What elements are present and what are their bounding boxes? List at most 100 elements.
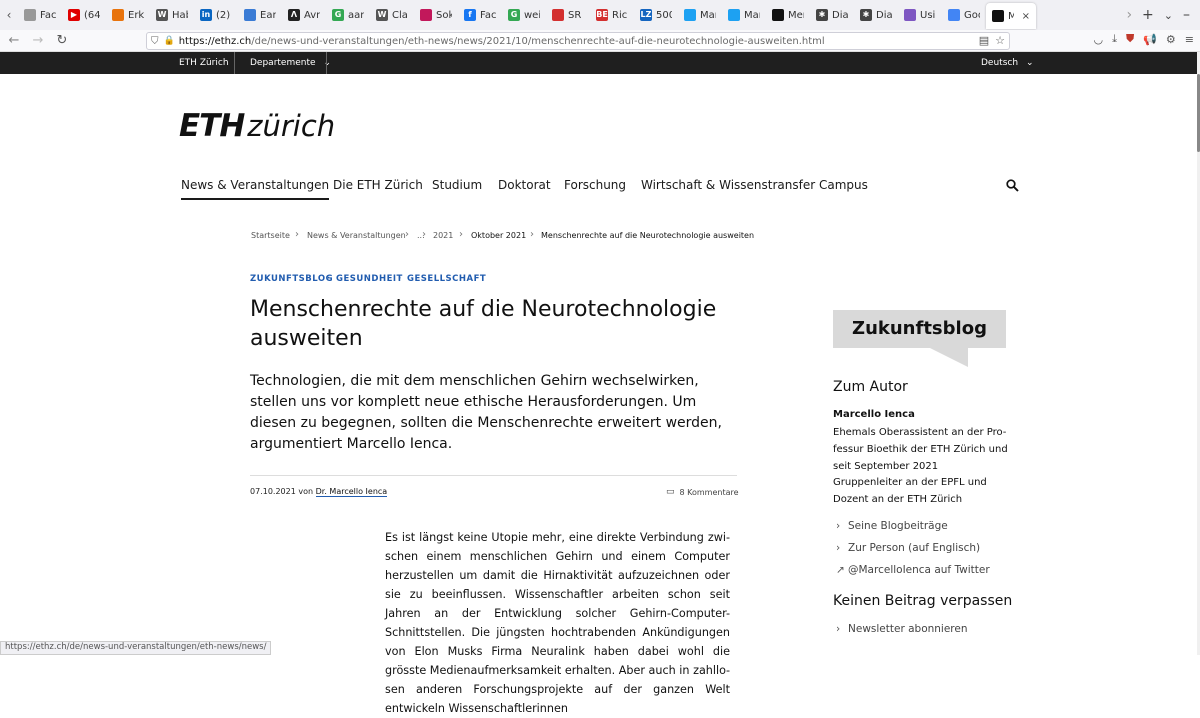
browser-tab[interactable]: BE Richt — [590, 0, 634, 30]
favicon-icon — [948, 9, 960, 21]
url-path: /de/news-und-veranstaltungen/eth-news/ne… — [251, 35, 825, 47]
comments-link[interactable]: ▭ 8 Kommentare — [666, 487, 739, 497]
browser-tab[interactable]: W Habl — [150, 0, 194, 30]
favicon-icon: ✱ — [860, 9, 872, 21]
breadcrumb-month[interactable]: Oktober 2021 — [471, 231, 526, 240]
browser-tab[interactable]: LZ 500 ( — [634, 0, 678, 30]
favicon-icon: G — [508, 9, 520, 21]
divider — [234, 52, 235, 74]
tab-title: weis — [524, 9, 540, 21]
megaphone-icon[interactable]: 📢 — [1143, 33, 1157, 46]
language-dropdown[interactable]: Deutsch ⌄ — [981, 52, 1034, 74]
reader-view-icon[interactable]: ▤ — [979, 34, 989, 47]
favicon-icon — [684, 9, 696, 21]
browser-tab[interactable]: Marc — [722, 0, 766, 30]
breadcrumb-home[interactable]: Startseite — [251, 231, 290, 240]
eth-home-link[interactable]: ETH Zürich — [179, 52, 229, 74]
comment-icon: ▭ — [666, 487, 675, 497]
nav-studium[interactable]: Studium — [432, 178, 482, 192]
minimize-icon[interactable]: – — [1183, 7, 1190, 23]
reload-button[interactable]: ↻ — [50, 33, 74, 48]
menu-icon[interactable]: ≡ — [1185, 33, 1194, 46]
pocket-icon[interactable]: ◡ — [1093, 33, 1103, 46]
tab-title: Avne — [304, 9, 320, 21]
tab-title: Sokr — [436, 9, 452, 21]
browser-tab[interactable]: Using — [898, 0, 942, 30]
download-icon[interactable]: ⤓ — [1112, 32, 1117, 46]
tab-scroll-left-button[interactable]: ‹ — [0, 0, 18, 30]
nav-doktorat[interactable]: Doktorat — [498, 178, 551, 192]
browser-tab[interactable]: Goog — [942, 0, 986, 30]
breadcrumb-news[interactable]: News & Veranstaltungen — [307, 231, 406, 240]
browser-tab[interactable]: Earth — [238, 0, 282, 30]
nav-campus[interactable]: Campus — [819, 178, 868, 192]
search-icon[interactable] — [1006, 179, 1019, 192]
tab-title: Habl — [172, 9, 188, 21]
tag-gesundheit[interactable]: GESUNDHEIT — [336, 274, 403, 284]
browser-tab[interactable]: Me × — [986, 3, 1036, 29]
eth-zurich-logo[interactable]: ETH zürich — [179, 108, 335, 144]
extensions-icon[interactable]: ⚙ — [1166, 33, 1176, 46]
favicon-icon: f — [464, 9, 476, 21]
chevron-right-icon: › — [405, 229, 409, 240]
favicon-icon: ✱ — [816, 9, 828, 21]
browser-tab[interactable]: Marc — [678, 0, 722, 30]
new-tab-button[interactable]: + — [1142, 7, 1154, 23]
bookmark-star-icon[interactable]: ☆ — [995, 34, 1005, 47]
favicon-icon: BE — [596, 9, 608, 21]
breadcrumb-year[interactable]: 2021 — [433, 231, 453, 240]
browser-tab[interactable]: Gaaron — [326, 0, 370, 30]
chevron-right-icon: › — [836, 520, 841, 532]
browser-tab[interactable]: W Clark — [370, 0, 414, 30]
tag-separator: · — [398, 274, 402, 284]
favicon-icon: in — [200, 9, 212, 21]
tab-list-icon[interactable]: ⌄ — [1164, 9, 1173, 22]
tab-title: Diasp — [832, 9, 848, 21]
tag-zukunftsblog[interactable]: ZUKUNFTSBLOG — [250, 274, 333, 284]
url-domain: https://ethz.ch — [178, 35, 252, 47]
external-link-icon: ↗ — [836, 564, 845, 576]
shield-icon[interactable]: ⛉ — [151, 36, 159, 47]
tab-title: (2) Fr — [216, 9, 232, 21]
tag-gesellschaft[interactable]: GESELLSCHAFT — [407, 274, 486, 284]
link-label: Seine Blogbeiträge — [848, 520, 948, 532]
browser-tab[interactable]: Λ Avne — [282, 0, 326, 30]
back-button[interactable]: ← — [2, 33, 26, 48]
browser-tab[interactable]: SR 3 — [546, 0, 590, 30]
author-link[interactable]: Dr. Marcello Ienca — [315, 487, 388, 497]
nav-forschung[interactable]: Forschung — [564, 178, 626, 192]
status-bar-url: https://ethz.ch/de/news-und-veranstaltun… — [0, 641, 272, 655]
link-newsletter[interactable]: › Newsletter abonnieren — [836, 623, 968, 635]
tab-title: Face — [40, 9, 56, 21]
browser-tab[interactable]: f Face — [458, 0, 502, 30]
forward-button[interactable]: → — [26, 33, 50, 48]
link-blog-posts[interactable]: › Seine Blogbeiträge — [836, 520, 948, 532]
browser-tab[interactable]: ✱ Diasp — [810, 0, 854, 30]
browser-tab[interactable]: ✱ Diasp — [854, 0, 898, 30]
nav-wirtschaft-wissenstransfer[interactable]: Wirtschaft & Wissenstransfer — [641, 178, 815, 192]
browser-tab[interactable]: Gweis — [502, 0, 546, 30]
browser-tab[interactable]: Mens — [766, 0, 810, 30]
tab-title: (644 — [84, 9, 100, 21]
tab-scroll-right-button[interactable]: › — [1126, 7, 1132, 23]
departments-dropdown[interactable]: Departemente ⌄ — [250, 52, 331, 74]
subscribe-heading: Keinen Beitrag verpassen — [833, 593, 1013, 609]
browser-tab[interactable]: ▶ (644 — [62, 0, 106, 30]
browser-tab[interactable]: Erklä — [106, 0, 150, 30]
chevron-right-icon: › — [422, 229, 426, 240]
browser-tab[interactable]: in (2) Fr — [194, 0, 238, 30]
browser-tab[interactable]: Sokr — [414, 0, 458, 30]
browser-tab[interactable]: Face — [18, 0, 62, 30]
close-tab-icon[interactable]: × — [1022, 11, 1030, 22]
address-bar[interactable]: ⛉ 🔒 https://ethz.ch/de/news-und-veransta… — [146, 32, 1010, 50]
link-person-english[interactable]: › Zur Person (auf Englisch) — [836, 542, 980, 554]
link-twitter[interactable]: ↗ @MarcelloIenca auf Twitter — [836, 564, 990, 576]
tag-separator: · — [327, 274, 331, 284]
zukunftsblog-badge[interactable]: Zukunftsblog — [833, 310, 1006, 348]
departments-label: Departemente — [250, 58, 316, 68]
nav-die-eth-zurich[interactable]: Die ETH Zürich — [333, 178, 423, 192]
chevron-right-icon: › — [836, 623, 841, 635]
nav-news-veranstaltungen[interactable]: News & Veranstaltungen — [181, 178, 330, 200]
lock-icon[interactable]: 🔒 — [164, 36, 175, 46]
ublock-icon[interactable]: ⛊ — [1126, 32, 1134, 46]
